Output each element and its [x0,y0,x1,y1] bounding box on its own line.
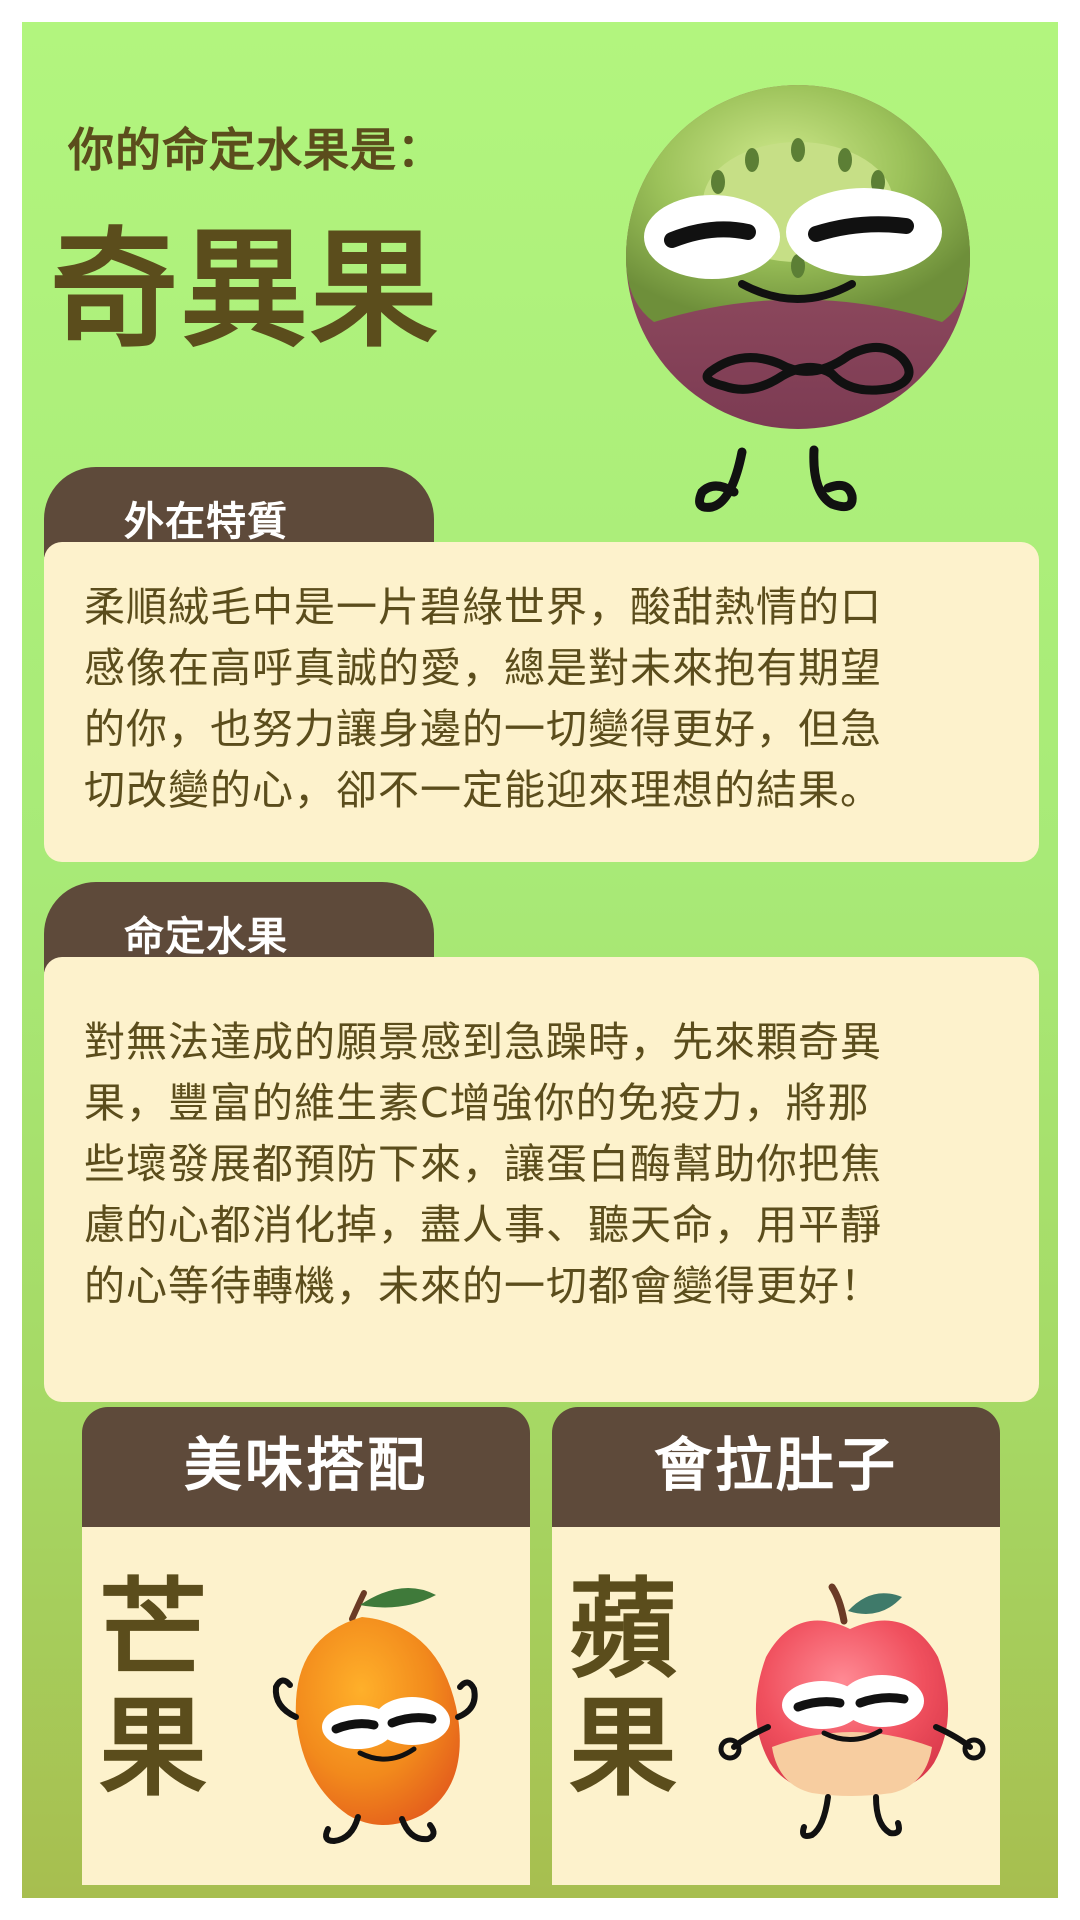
good-pairing-header: 美味搭配 [82,1407,530,1527]
fruit-char: 蘋 [568,1568,677,1693]
section-title: 外在特質 [124,499,288,545]
paragraph-line: 些壞發展都預防下來，讓蛋白酶幫助你把焦 [84,1140,882,1188]
paragraph-line: 果，豐富的維生素C增強你的免疫力，將那 [84,1079,870,1127]
fruit-char: 芒 [98,1568,207,1693]
bad-pairing-header: 會拉肚子 [552,1407,1000,1527]
good-pairing-fruit-name: 芒 果 [94,1572,212,1808]
kiwi-character-icon [626,85,970,512]
fruit-char: 果 [98,1686,207,1811]
paragraph-line: 慮的心都消化掉，盡人事、聽天命，用平靜 [84,1201,882,1249]
mango-character-icon [272,1587,478,1845]
paragraph-line: 感像在高呼真誠的愛，總是對未來抱有期望 [84,644,882,692]
paragraph-line: 的你，也努力讓身邊的一切變得更好，但急 [84,705,882,753]
apple-character-icon [718,1583,986,1839]
section-title: 命定水果 [124,914,288,960]
paragraph-line: 切改變的心，卻不一定能迎來理想的結果。 [84,766,882,814]
intro-text: 你的命定水果是： [68,123,444,177]
paragraph-line: 對無法達成的願景感到急躁時，先來顆奇異 [84,1018,882,1066]
paragraph-line: 柔順絨毛中是一片碧綠世界，酸甜熱情的口 [84,583,882,631]
paragraph-line: 的心等待轉機，未來的一切都會變得更好！ [84,1262,882,1310]
section-panel-destined-fruit: 對無法達成的願景感到急躁時，先來顆奇異 果，豐富的維生素C增強你的免疫力，將那 … [44,957,1039,1402]
fruit-char: 果 [568,1686,677,1811]
result-card: 你的命定水果是： 奇異果 外在特質 柔順絨毛中是一片碧綠世界，酸甜熱情的口 感像… [22,22,1058,1898]
fruit-name-title: 奇異果 [50,216,441,365]
section-panel-outer-traits: 柔順絨毛中是一片碧綠世界，酸甜熱情的口 感像在高呼真誠的愛，總是對未來抱有期望 … [44,542,1039,862]
bad-pairing-fruit-name: 蘋 果 [564,1572,682,1808]
